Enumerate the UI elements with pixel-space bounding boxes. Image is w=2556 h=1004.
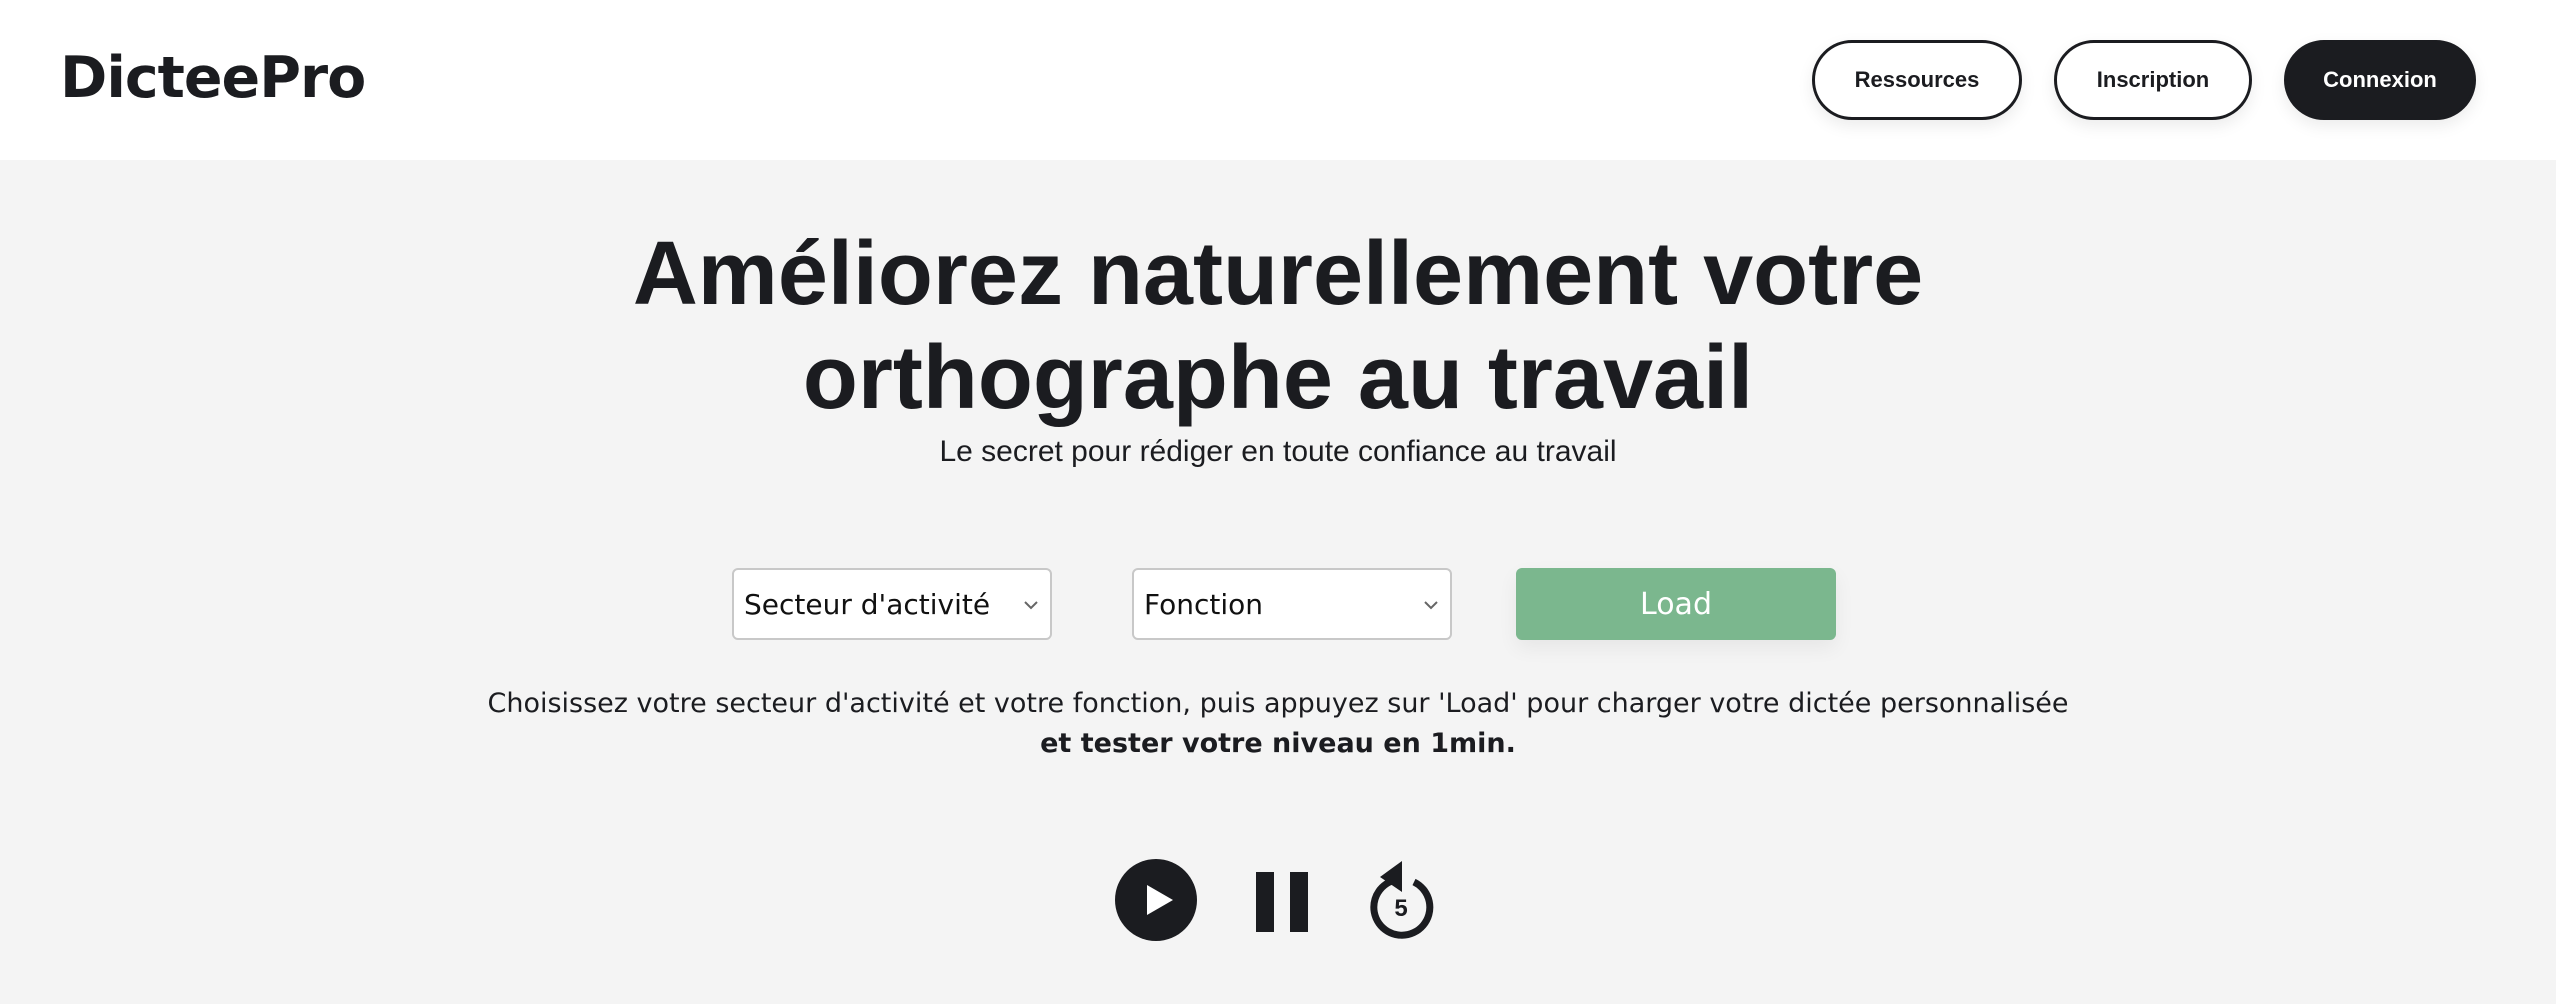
sector-select-value: Secteur d'activité (744, 587, 991, 621)
sector-select[interactable]: Secteur d'activité (732, 568, 1052, 640)
replay-seconds: 5 (1394, 895, 1408, 922)
signup-button-label: Inscription (2096, 67, 2210, 92)
site-header: DicteePro Ressources Inscription Connexi… (0, 0, 2556, 160)
load-button-label: Load (1640, 586, 1712, 622)
login-button[interactable]: Connexion (2284, 40, 2476, 120)
login-button-label: Connexion (2323, 67, 2437, 92)
page-title: Améliorez naturellement votre orthograph… (0, 222, 2556, 430)
function-select[interactable]: Fonction (1132, 568, 1452, 640)
page-title-line-1: Améliorez naturellement votre (632, 224, 1924, 324)
page-title-line-2: orthographe au travail (802, 328, 1754, 428)
resources-button[interactable]: Ressources (1812, 40, 2022, 120)
load-button[interactable]: Load (1516, 568, 1836, 640)
signup-button[interactable]: Inscription (2054, 40, 2252, 120)
logo[interactable]: DicteePro (60, 38, 366, 118)
replay-5-button[interactable]: 5 (1366, 856, 1436, 942)
function-select-value: Fonction (1144, 587, 1264, 621)
page-subtitle: Le secret pour rédiger en toute confianc… (939, 435, 1617, 468)
pause-icon[interactable] (1256, 872, 1310, 932)
instructions-line-1: Choisissez votre secteur d'activité et v… (487, 688, 2069, 719)
play-icon[interactable] (1114, 858, 1198, 942)
resources-button-label: Ressources (1854, 67, 1980, 92)
instructions: Choisissez votre secteur d'activité et v… (0, 684, 2556, 764)
instructions-line-2: et tester votre niveau en 1min. (1040, 728, 1516, 759)
chevron-down-icon (1424, 601, 1438, 610)
chevron-down-icon (1024, 601, 1038, 610)
